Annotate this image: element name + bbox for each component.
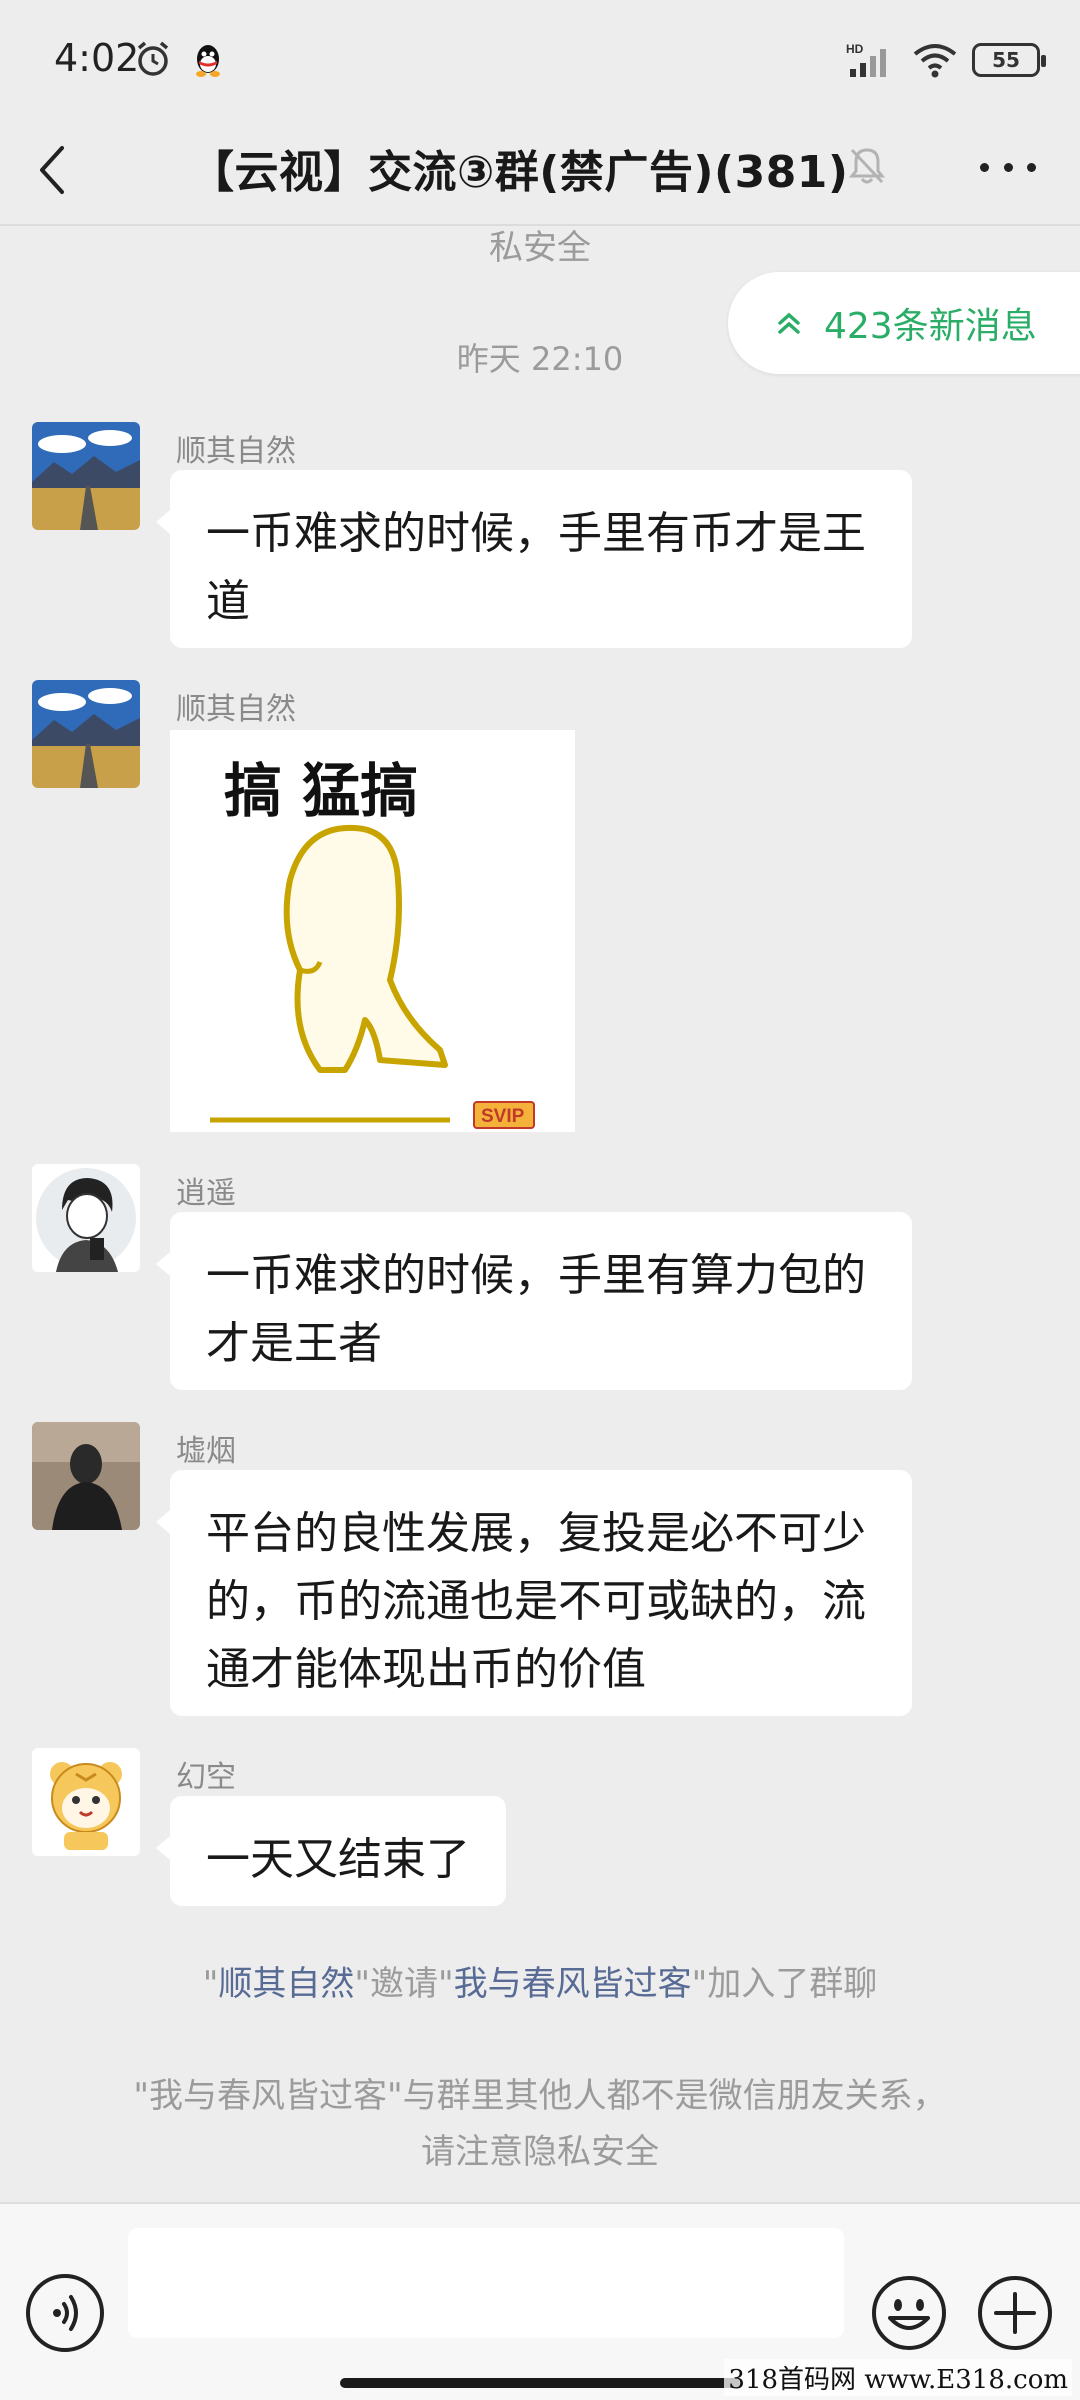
inviter-link[interactable]: 顺其自然 xyxy=(218,1964,354,2004)
emoji-icon[interactable] xyxy=(870,2274,948,2352)
sender-name: 墟烟 xyxy=(176,1434,236,1469)
more-options-icon[interactable] xyxy=(980,142,1036,192)
message-text-line: 通才能体现出币的价值 xyxy=(206,1644,646,1695)
message-bubble[interactable]: 平台的良性发展，复投是必不可少 的，币的流通也是不可或缺的，流 通才能体现出币的… xyxy=(156,1470,912,1716)
invite-quote: " xyxy=(202,1964,219,2004)
wifi-icon xyxy=(913,44,957,78)
invite-text: "邀请" xyxy=(354,1964,454,2004)
new-messages-label: 423条新消息 xyxy=(824,306,1037,347)
alarm-icon xyxy=(137,41,169,76)
tiger-avatar-image xyxy=(32,1748,140,1856)
battery-icon: 55 xyxy=(972,43,1046,77)
anime-avatar-image xyxy=(32,1164,140,1272)
watermark-text: 318首码网 www.E318.com xyxy=(724,2359,1072,2396)
chat-screen: 4:02 HD 55 【云视】交流③群(禁广告)(381) 私安全 昨天 22:… xyxy=(0,0,1080,2400)
status-indicators: HD 55 xyxy=(846,40,1046,80)
message-text-line: 一币难求的时候，手里有币才是王 xyxy=(206,508,866,559)
message-text-line: 的，币的流通也是不可或缺的，流 xyxy=(206,1576,866,1627)
svip-badge: SVIP xyxy=(481,1106,525,1127)
sender-name: 逍遥 xyxy=(176,1176,236,1211)
landscape-avatar-image xyxy=(32,680,140,788)
sender-name: 顺其自然 xyxy=(176,434,296,469)
chat-title: 【云视】交流③群(禁广告)(381) xyxy=(190,147,849,198)
avatar[interactable] xyxy=(32,1422,140,1530)
invite-text: "加入了群聊 xyxy=(691,1964,878,2004)
svg-text:HD: HD xyxy=(846,42,864,56)
message-text-line: 一天又结束了 xyxy=(206,1834,470,1885)
landscape-avatar-image xyxy=(32,422,140,530)
privacy-notice-fragment: 私安全 xyxy=(489,228,591,268)
sticker-image[interactable]: 搞 猛搞 SVIP xyxy=(170,730,575,1132)
invitee-link[interactable]: 我与春风皆过客 xyxy=(454,1964,692,2004)
sticker-figure: SVIP xyxy=(210,824,535,1129)
privacy-notice-line: "我与春风皆过客"与群里其他人都不是微信朋友关系， xyxy=(133,2076,947,2116)
photo-avatar-image xyxy=(32,1422,140,1530)
message-bubble[interactable]: 一天又结束了 xyxy=(156,1796,506,1906)
chat-header: 【云视】交流③群(禁广告)(381) xyxy=(0,120,1080,232)
back-icon[interactable] xyxy=(32,138,72,202)
status-bar: 4:02 HD 55 xyxy=(0,0,1080,120)
privacy-notice-line: 请注意隐私安全 xyxy=(421,2132,659,2172)
message-text-line: 才是王者 xyxy=(206,1318,382,1369)
double-chevron-up-icon xyxy=(778,312,800,334)
avatar[interactable] xyxy=(32,680,140,788)
message-input[interactable] xyxy=(128,2228,844,2338)
message-bubble[interactable]: 一币难求的时候，手里有算力包的 才是王者 xyxy=(156,1212,912,1390)
voice-input-button[interactable] xyxy=(26,2274,104,2352)
avatar[interactable] xyxy=(32,422,140,530)
new-messages-button[interactable]: 423条新消息 xyxy=(728,272,1080,374)
battery-level: 55 xyxy=(992,48,1020,72)
invite-notice: "顺其自然"邀请"我与春风皆过客"加入了群聊 xyxy=(0,1956,1080,2005)
qq-icon xyxy=(196,45,220,77)
voice-icon xyxy=(53,2295,78,2331)
mute-bell-icon xyxy=(848,148,886,184)
message-bubble[interactable]: 一币难求的时候，手里有币才是王 道 xyxy=(156,470,912,648)
avatar[interactable] xyxy=(32,1164,140,1272)
message-text-line: 道 xyxy=(206,576,250,627)
sender-name: 幻空 xyxy=(176,1760,236,1795)
sender-name: 顺其自然 xyxy=(176,692,296,727)
home-indicator[interactable] xyxy=(340,2378,740,2388)
status-time: 4:02 xyxy=(54,36,140,80)
message-text-line: 一币难求的时候，手里有算力包的 xyxy=(206,1250,866,1301)
plus-icon[interactable] xyxy=(976,2274,1054,2352)
signal-icon: HD xyxy=(846,42,886,77)
message-text-line: 平台的良性发展，复投是必不可少 xyxy=(206,1508,866,1559)
avatar[interactable] xyxy=(32,1748,140,1856)
